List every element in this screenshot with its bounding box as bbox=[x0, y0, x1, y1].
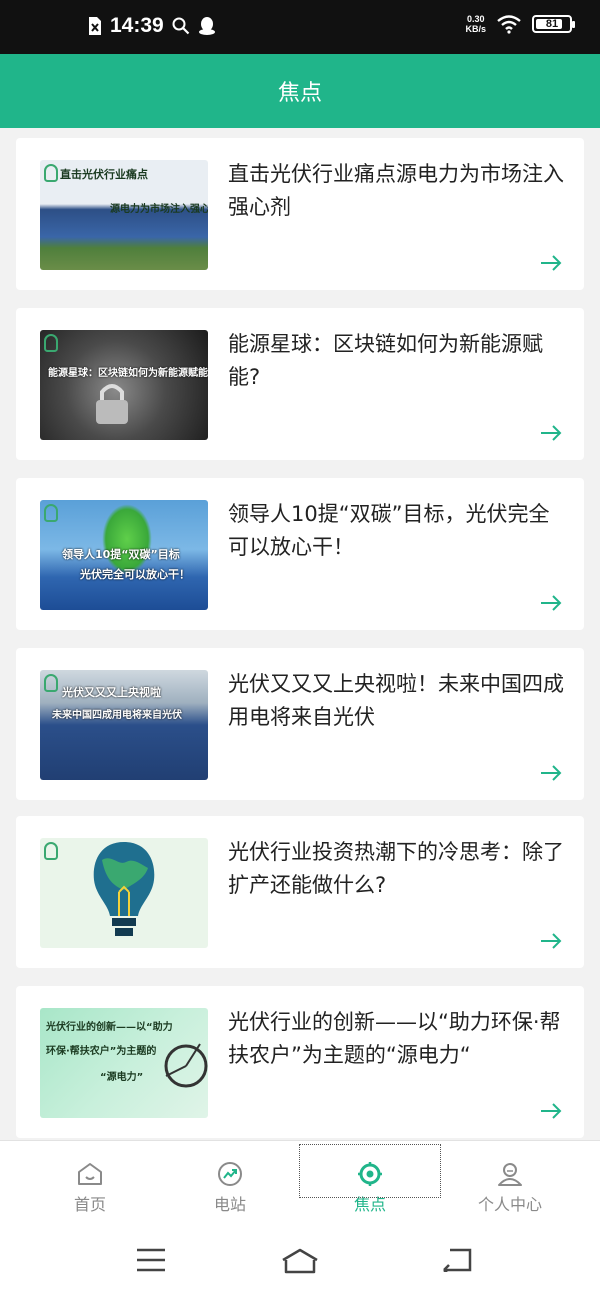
article-card[interactable]: 领导人10提“双碳”目标 光伏完全可以放心干！ 领导人10提“双碳”目标，光伏完… bbox=[16, 478, 584, 630]
thumb-caption: 光伏行业的创新——以“助力 bbox=[46, 1022, 173, 1033]
thumb-caption: 领导人10提“双碳”目标 bbox=[62, 548, 180, 561]
bottom-nav: 首页 电站 焦点 个人中心 bbox=[0, 1140, 600, 1222]
page-title: 焦点 bbox=[277, 81, 322, 106]
station-icon bbox=[218, 1162, 242, 1186]
article-card[interactable]: 直击光伏行业痛点 源电力为市场注入强心剂 直击光伏行业痛点源电力为市场注入强心剂 bbox=[16, 138, 584, 290]
thumb-caption: 能源星球：区块链如何为新能源赋能? bbox=[48, 368, 208, 379]
menu-icon[interactable] bbox=[136, 1248, 166, 1272]
user-icon bbox=[498, 1163, 522, 1186]
qq-icon bbox=[198, 17, 215, 35]
status-bar: 14:39 0.30 KB/s 81 bbox=[0, 0, 600, 54]
article-thumbnail: 领导人10提“双碳”目标 光伏完全可以放心干！ bbox=[40, 500, 208, 610]
net-speed-unit: KB/s bbox=[465, 24, 486, 34]
back-icon[interactable] bbox=[442, 1248, 472, 1272]
thumb-caption: 光伏又又又上央视啦 bbox=[62, 686, 161, 699]
system-nav-bar bbox=[0, 1222, 600, 1300]
article-thumbnail: 光伏又又又上央视啦 未来中国四成用电将来自光伏 bbox=[40, 670, 208, 780]
home-button-icon[interactable] bbox=[280, 1248, 320, 1274]
brand-logo-icon bbox=[44, 164, 58, 182]
green-figure bbox=[102, 504, 152, 574]
brand-logo-icon bbox=[44, 674, 58, 692]
brand-logo-icon bbox=[44, 334, 58, 352]
nav-profile[interactable]: 个人中心 bbox=[440, 1141, 580, 1223]
brand-logo-icon bbox=[44, 842, 58, 860]
article-thumbnail: 直击光伏行业痛点 源电力为市场注入强心剂 bbox=[40, 160, 208, 270]
thumb-caption: 未来中国四成用电将来自光伏 bbox=[52, 710, 182, 721]
arrow-right-icon[interactable] bbox=[540, 424, 562, 442]
nav-focus[interactable]: 焦点 bbox=[300, 1141, 440, 1223]
article-card[interactable]: 光伏行业投资热潮下的冷思考：除了扩产还能做什么? bbox=[16, 816, 584, 968]
article-title: 光伏又又又上央视啦！未来中国四成用电将来自光伏 bbox=[228, 672, 564, 729]
arrow-right-icon[interactable] bbox=[540, 764, 562, 782]
arrow-right-icon[interactable] bbox=[540, 254, 562, 272]
thumb-caption: 直击光伏行业痛点 bbox=[60, 168, 148, 181]
nav-label: 焦点 bbox=[353, 1195, 386, 1214]
focus-icon bbox=[358, 1162, 382, 1186]
padlock-icon bbox=[96, 384, 128, 424]
nav-station[interactable]: 电站 bbox=[160, 1141, 300, 1223]
battery-indicator: 81 bbox=[532, 15, 575, 33]
article-title: 直击光伏行业痛点源电力为市场注入强心剂 bbox=[228, 162, 564, 219]
article-thumbnail: 光伏行业的创新——以“助力 环保·帮扶农户”为主题的 “源电力” bbox=[40, 1008, 208, 1118]
thumb-caption: 源电力为市场注入强心剂 bbox=[110, 204, 208, 215]
arrow-right-icon[interactable] bbox=[540, 594, 562, 612]
nav-label: 首页 bbox=[73, 1195, 106, 1214]
home-icon bbox=[78, 1163, 102, 1185]
nav-label: 个人中心 bbox=[477, 1195, 542, 1214]
article-title: 领导人10提“双碳”目标，光伏完全可以放心干！ bbox=[228, 502, 550, 559]
thumb-caption: “源电力” bbox=[100, 1072, 144, 1083]
thumb-caption: 环保·帮扶农户”为主题的 bbox=[46, 1046, 157, 1057]
battery-level: 81 bbox=[545, 18, 559, 30]
bicycle-icon bbox=[164, 1043, 208, 1088]
article-card[interactable]: 能源星球：区块链如何为新能源赋能? 能源星球：区块链如何为新能源赋能? bbox=[16, 308, 584, 460]
article-title: 光伏行业投资热潮下的冷思考：除了扩产还能做什么? bbox=[228, 840, 564, 897]
article-thumbnail: 能源星球：区块链如何为新能源赋能? bbox=[40, 330, 208, 440]
wifi-icon bbox=[497, 15, 521, 34]
status-time: 14:39 bbox=[110, 14, 164, 37]
article-thumbnail bbox=[40, 838, 208, 948]
brand-logo-icon bbox=[44, 504, 58, 522]
sim-off-icon bbox=[89, 17, 101, 35]
nav-home[interactable]: 首页 bbox=[20, 1141, 160, 1223]
arrow-right-icon[interactable] bbox=[540, 1102, 562, 1120]
article-title: 光伏行业的创新——以“助力环保·帮扶农户”为主题的“源电力“ bbox=[228, 1010, 561, 1067]
status-right: 0.30 KB/s 81 bbox=[465, 14, 575, 34]
net-speed: 0.30 KB/s bbox=[465, 14, 486, 34]
status-left: 14:39 bbox=[88, 14, 216, 38]
arrow-right-icon[interactable] bbox=[540, 932, 562, 950]
nav-label: 电站 bbox=[213, 1195, 246, 1214]
article-card[interactable]: 光伏又又又上央视啦 未来中国四成用电将来自光伏 光伏又又又上央视啦！未来中国四成… bbox=[16, 648, 584, 800]
article-card[interactable]: 光伏行业的创新——以“助力 环保·帮扶农户”为主题的 “源电力” 光伏行业的创新… bbox=[16, 986, 584, 1138]
article-title: 能源星球：区块链如何为新能源赋能? bbox=[228, 332, 543, 389]
lightbulb-icon bbox=[93, 842, 155, 936]
search-icon bbox=[172, 17, 189, 35]
net-speed-value: 0.30 bbox=[466, 14, 485, 24]
app-header: 焦点 bbox=[0, 54, 600, 128]
thumb-caption: 光伏完全可以放心干！ bbox=[80, 568, 190, 581]
